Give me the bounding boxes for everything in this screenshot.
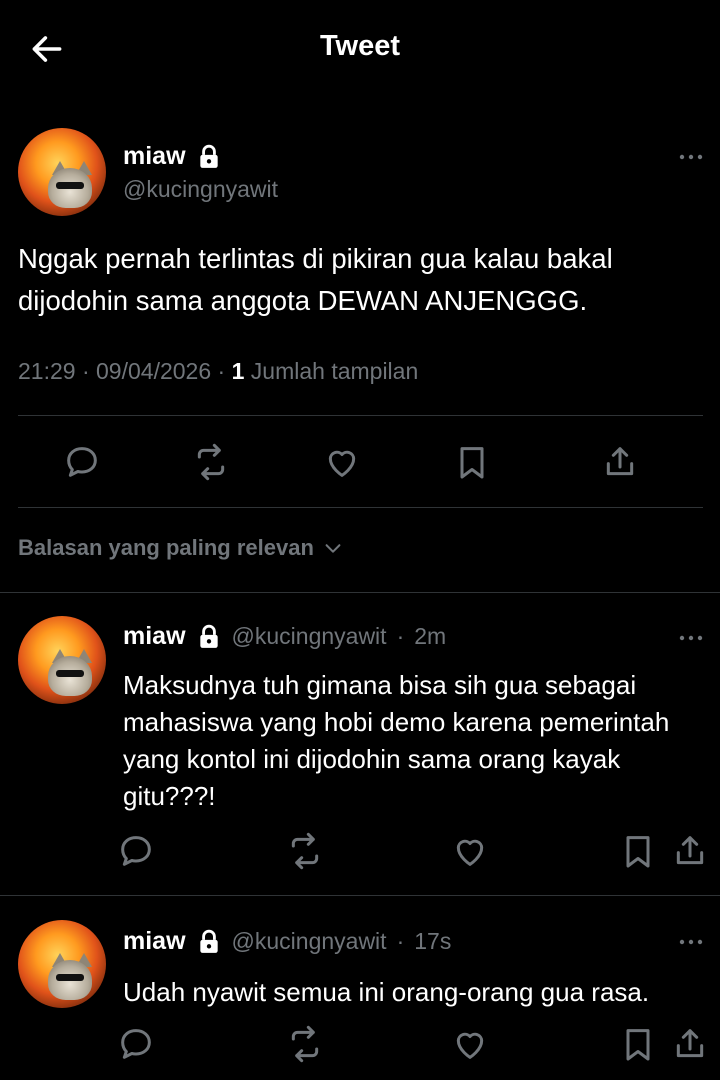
divider bbox=[18, 507, 703, 508]
retweet-icon[interactable] bbox=[285, 1024, 325, 1064]
reply-icon[interactable] bbox=[116, 1024, 156, 1064]
reply-icon[interactable] bbox=[62, 442, 102, 482]
lock-icon bbox=[196, 624, 222, 650]
avatar[interactable] bbox=[18, 128, 106, 216]
bookmark-icon[interactable] bbox=[618, 1024, 658, 1064]
author-display-name[interactable]: miaw bbox=[123, 927, 186, 956]
author-handle[interactable]: @kucingnyawit bbox=[232, 928, 387, 955]
avatar[interactable] bbox=[18, 616, 106, 704]
retweet-icon[interactable] bbox=[285, 831, 325, 871]
views-count: 1 bbox=[231, 358, 245, 384]
chevron-down-icon bbox=[322, 537, 344, 559]
like-icon[interactable] bbox=[322, 442, 362, 482]
tweet-time[interactable]: 21:29 bbox=[18, 358, 76, 384]
author-display-name[interactable]: miaw bbox=[123, 622, 186, 651]
reply-header: miaw @kucingnyawit · 17s bbox=[123, 927, 452, 956]
sort-replies-dropdown[interactable]: Balasan yang paling relevan bbox=[18, 535, 344, 561]
tweet-meta: 21:29 · 09/04/2026 · 1 Jumlah tampilan bbox=[18, 358, 419, 384]
top-bar: Tweet bbox=[0, 0, 720, 100]
bookmark-icon[interactable] bbox=[452, 442, 492, 482]
like-icon[interactable] bbox=[450, 831, 490, 871]
author-name-row: miaw bbox=[123, 142, 222, 171]
divider bbox=[0, 592, 720, 593]
divider bbox=[0, 895, 720, 896]
bookmark-icon[interactable] bbox=[618, 831, 658, 871]
reply-text: Maksudnya tuh gimana bisa sih gua sebaga… bbox=[123, 670, 670, 811]
reply-time[interactable]: 17s bbox=[414, 928, 451, 955]
more-icon[interactable] bbox=[677, 147, 707, 167]
avatar[interactable] bbox=[18, 920, 106, 1008]
more-icon[interactable] bbox=[677, 932, 707, 952]
divider bbox=[18, 415, 703, 416]
share-icon[interactable] bbox=[670, 1024, 710, 1064]
lock-icon bbox=[196, 144, 222, 170]
share-icon[interactable] bbox=[670, 831, 710, 871]
reply-text: Udah nyawit semua ini orang-orang gua ra… bbox=[123, 977, 650, 1007]
views-label: Jumlah tampilan bbox=[250, 358, 419, 384]
more-icon[interactable] bbox=[677, 628, 707, 648]
reply-time[interactable]: 2m bbox=[414, 623, 446, 650]
reply-header: miaw @kucingnyawit · 2m bbox=[123, 622, 447, 651]
page-title: Tweet bbox=[319, 30, 401, 62]
sort-label: Balasan yang paling relevan bbox=[18, 535, 314, 560]
like-icon[interactable] bbox=[450, 1024, 490, 1064]
author-handle[interactable]: @kucingnyawit bbox=[232, 623, 387, 650]
tweet-text: Nggak pernah terlintas di pikiran gua ka… bbox=[18, 243, 613, 316]
lock-icon bbox=[196, 929, 222, 955]
retweet-icon[interactable] bbox=[191, 442, 231, 482]
author-handle[interactable]: @kucingnyawit bbox=[123, 176, 278, 203]
share-icon[interactable] bbox=[600, 442, 640, 482]
author-display-name[interactable]: miaw bbox=[123, 142, 186, 171]
reply-icon[interactable] bbox=[116, 831, 156, 871]
tweet-date[interactable]: 09/04/2026 bbox=[96, 358, 211, 384]
